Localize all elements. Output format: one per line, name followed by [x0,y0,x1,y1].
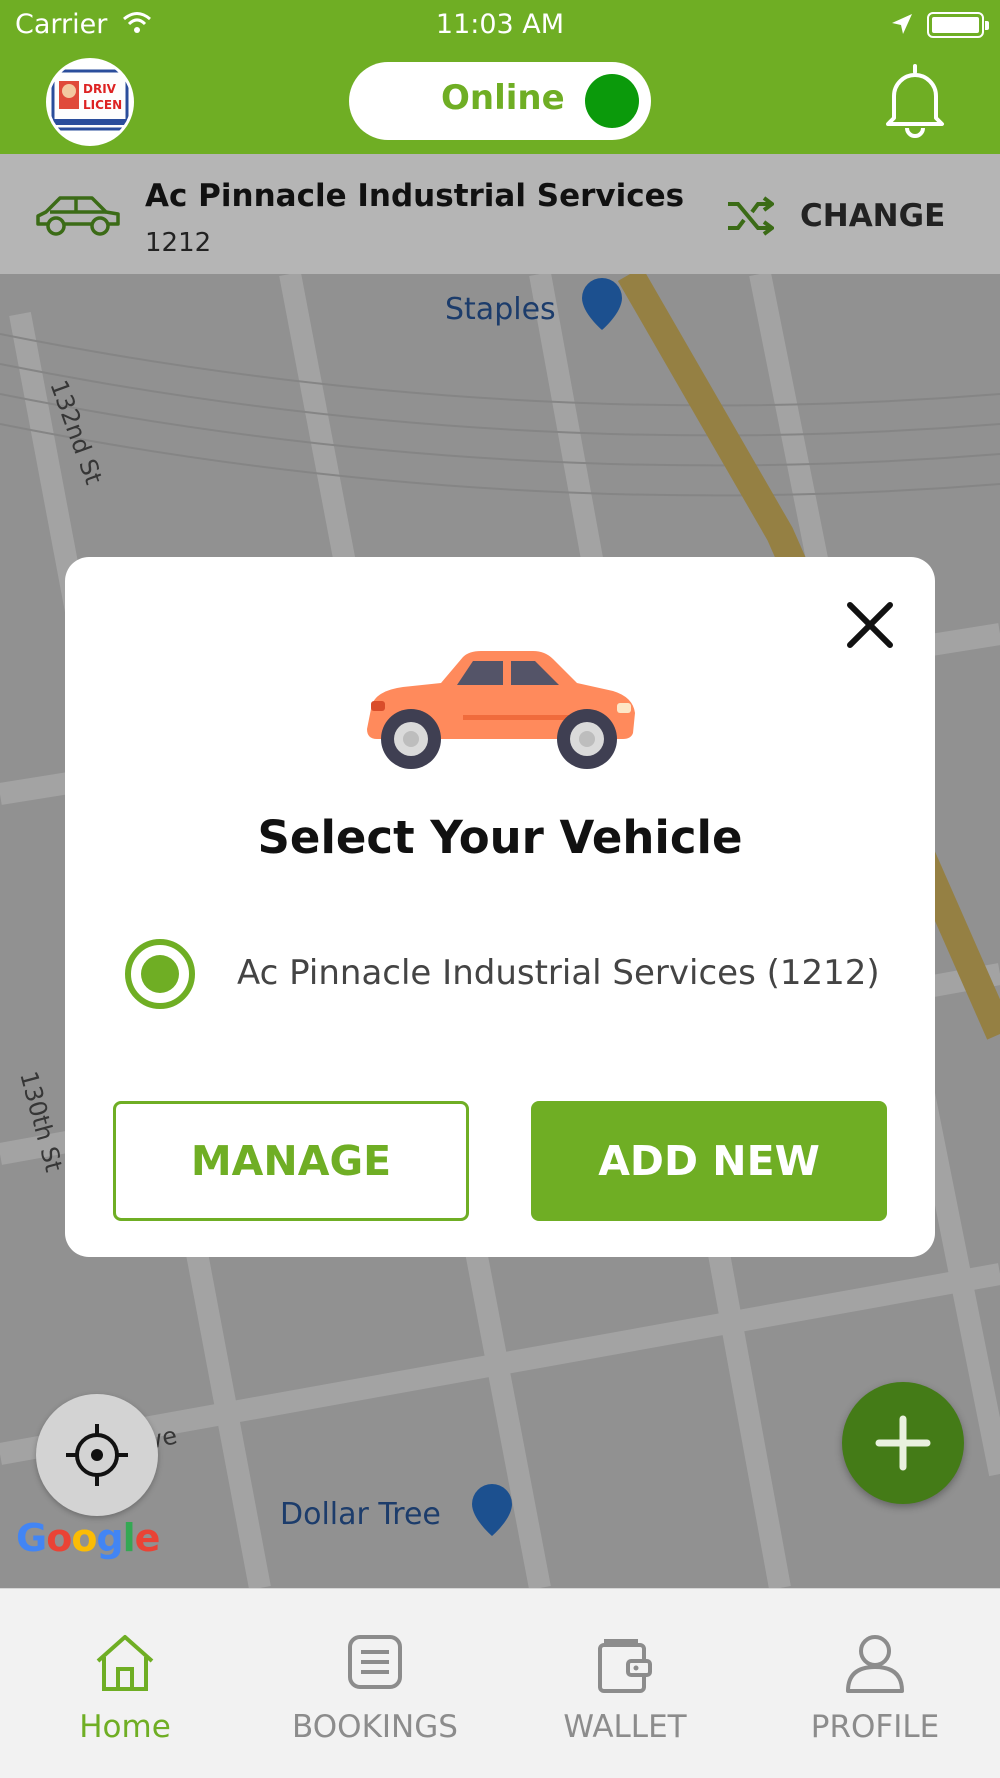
driver-license-avatar-icon: DRIV LICEN [51,69,129,131]
nav-item-bookings[interactable]: BOOKINGS [250,1589,500,1778]
nav-label-profile: PROFILE [810,1709,940,1745]
current-vehicle-name: Ac Pinnacle Industrial Services [145,178,685,214]
crosshair-icon [66,1424,128,1486]
wallet-icon [598,1639,652,1693]
my-location-button[interactable] [36,1394,158,1516]
vehicle-option-radio[interactable] [125,939,195,1009]
close-icon[interactable] [842,597,898,653]
nav-item-profile[interactable]: PROFILE [750,1589,1000,1778]
change-label: CHANGE [800,198,946,234]
nav-label-bookings: BOOKINGS [292,1709,458,1745]
svg-text:LICEN: LICEN [83,98,122,112]
vehicle-option-label[interactable]: Ac Pinnacle Industrial Services (1212) [237,953,880,993]
svg-text:DRIV: DRIV [83,82,117,96]
plus-icon [875,1415,931,1471]
add-new-button[interactable]: ADD NEW [531,1101,887,1221]
nav-label-home: Home [79,1709,171,1745]
current-vehicle-number: 1212 [145,228,212,258]
top-bar: Carrier 11:03 AM DRIV LICEN Online [0,0,1000,154]
location-arrow-icon [892,14,912,34]
nav-label-wallet: WALLET [563,1709,687,1745]
manage-button[interactable]: MANAGE [113,1101,469,1221]
status-time: 11:03 AM [435,9,565,40]
car-illustration-icon [367,651,635,769]
car-outline-icon [36,196,120,236]
nav-item-home[interactable]: Home [0,1589,250,1778]
bottom-navigation: Home BOOKINGS WALLET PROFILE [0,1588,1000,1778]
profile-icon [846,1635,904,1693]
online-label: Online [441,78,565,118]
status-bar: Carrier 11:03 AM [0,0,1000,50]
add-fab-button[interactable] [842,1382,964,1504]
avatar[interactable]: DRIV LICEN [46,58,134,146]
bookings-icon [348,1635,402,1689]
online-toggle-knob [585,74,639,128]
battery-icon [927,12,989,38]
select-vehicle-dialog: Select Your Vehicle Ac Pinnacle Industri… [65,557,935,1257]
online-toggle[interactable]: Online [349,62,651,140]
bell-icon[interactable] [880,62,950,138]
current-vehicle-bar: Ac Pinnacle Industrial Services 1212 CHA… [0,154,1000,274]
change-vehicle-button[interactable]: CHANGE [726,194,945,238]
dialog-title: Select Your Vehicle [257,811,743,864]
home-icon [96,1635,154,1691]
google-logo: Google [16,1516,160,1560]
shuffle-icon [728,196,774,236]
nav-item-wallet[interactable]: WALLET [500,1589,750,1778]
